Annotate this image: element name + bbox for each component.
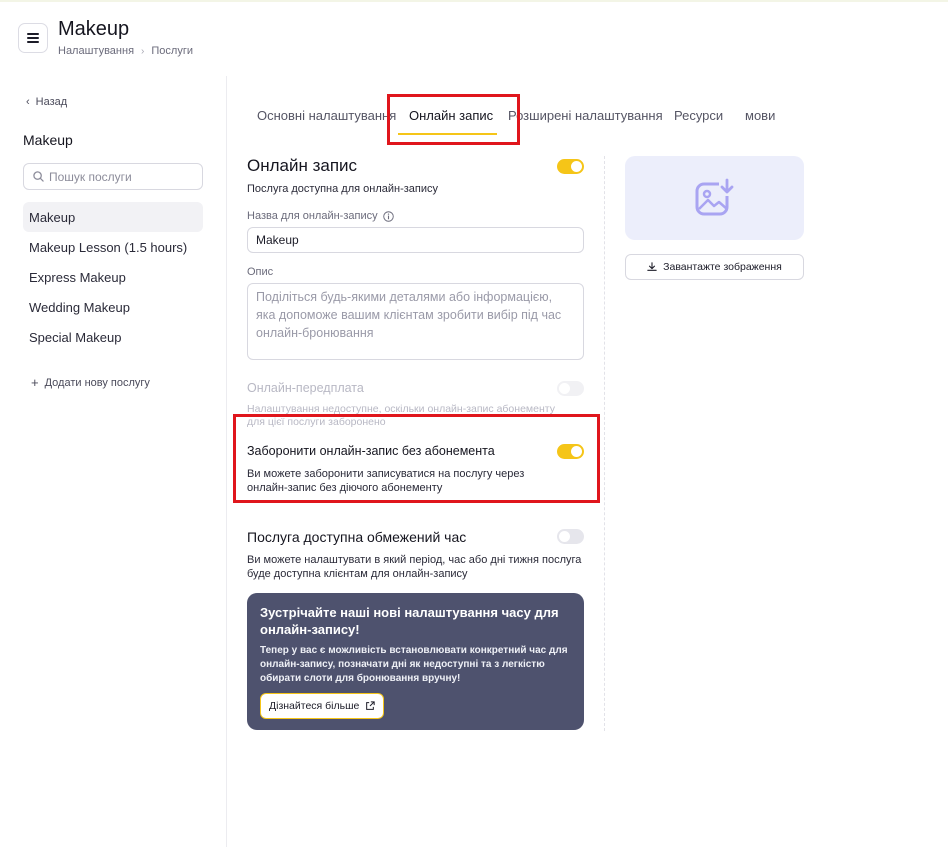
breadcrumb-services[interactable]: Послуги: [151, 45, 193, 57]
booking-name-input[interactable]: Makeup: [247, 227, 584, 253]
back-label: Назад: [35, 96, 68, 108]
breadcrumb-settings[interactable]: Налаштування: [58, 45, 134, 57]
breadcrumb: Налаштування › Послуги: [58, 45, 193, 57]
menu-button[interactable]: [18, 23, 48, 53]
chevron-right-icon: ›: [141, 45, 145, 57]
sidebar-item-service[interactable]: Makeup Lesson (1.5 hours): [23, 232, 203, 262]
forbid-title: Заборонити онлайн-запис без абонемента: [247, 444, 495, 458]
limited-time-title: Послуга доступна обмежений час: [247, 529, 467, 545]
image-download-icon: [695, 178, 735, 216]
search-placeholder: Пошук послуги: [49, 169, 132, 184]
limited-time-toggle[interactable]: [557, 529, 584, 544]
info-icon[interactable]: [382, 210, 394, 222]
description-textarea[interactable]: Поділіться будь-якими деталями або інфор…: [247, 283, 584, 360]
name-label-text: Назва для онлайн-запису: [247, 210, 378, 222]
limited-time-description: Ви можете налаштувати в який період, час…: [247, 554, 582, 580]
sidebar-title: Makeup: [23, 132, 73, 148]
promo-title: Зустрічайте наші нові налаштування часу …: [260, 605, 559, 637]
learn-more-button[interactable]: Дізнайтеся більше: [260, 693, 385, 719]
forbid-description: Ви можете заборонити записуватися на пос…: [247, 468, 525, 494]
tab-resources[interactable]: Ресурси: [674, 108, 723, 123]
service-label: Express Makeup: [29, 269, 126, 285]
add-service-button[interactable]: + Додати нову послугу: [31, 375, 150, 390]
sidebar-item-service[interactable]: Wedding Makeup: [23, 292, 203, 322]
chevron-left-icon: ‹: [26, 96, 30, 108]
prepayment-title: Онлайн-передплата: [247, 381, 364, 395]
external-link-icon: [366, 701, 376, 710]
online-booking-toggle[interactable]: [557, 159, 584, 174]
promo-text: Тепер у вас є можливість встановлювати к…: [260, 645, 568, 684]
back-link[interactable]: ‹ Назад: [26, 96, 67, 108]
forbid-without-subscription-toggle[interactable]: [557, 444, 584, 459]
description-label: Опис: [247, 266, 274, 278]
plus-icon: +: [31, 375, 39, 390]
description-placeholder: Поділіться будь-якими деталями або інфор…: [256, 290, 562, 340]
tab-advanced-settings[interactable]: Розширені налаштування: [508, 108, 663, 123]
add-service-label: Додати нову послугу: [44, 376, 150, 389]
top-edge-line: [0, 0, 948, 2]
sidebar-item-service[interactable]: Express Makeup: [23, 262, 203, 292]
prepayment-toggle[interactable]: [557, 381, 584, 396]
hamburger-icon: [27, 33, 39, 43]
download-icon: [647, 262, 657, 271]
page-title: Makeup: [58, 18, 130, 40]
service-label: Wedding Makeup: [29, 299, 130, 315]
learn-more-label: Дізнайтеся більше: [269, 700, 360, 712]
sidebar-divider: [226, 76, 227, 847]
tab-languages[interactable]: мови: [745, 108, 775, 123]
name-field-label: Назва для онлайн-запису: [247, 210, 394, 222]
service-label: Makeup Lesson (1.5 hours): [29, 239, 188, 255]
service-label: Makeup: [29, 209, 76, 225]
booking-name-value: Makeup: [256, 233, 299, 247]
service-label: Special Makeup: [29, 329, 122, 345]
highlight-box-tab: [387, 94, 520, 145]
sidebar-item-service[interactable]: Makeup: [23, 202, 203, 232]
promo-card: Зустрічайте наші нові налаштування часу …: [247, 593, 584, 730]
upload-image-button[interactable]: Завантажте зображення: [625, 254, 804, 280]
section-title: Онлайн запис: [247, 156, 358, 175]
upload-label: Завантажте зображення: [663, 261, 782, 273]
tab-general-settings[interactable]: Основні налаштування: [257, 108, 396, 123]
online-booking-subtitle: Послуга доступна для онлайн-запису: [247, 183, 439, 195]
column-divider: [604, 156, 605, 731]
service-image-placeholder[interactable]: [625, 156, 804, 240]
sidebar-item-service[interactable]: Special Makeup: [23, 322, 203, 352]
service-search-input[interactable]: Пошук послуги: [23, 163, 203, 190]
search-icon: [33, 171, 44, 182]
